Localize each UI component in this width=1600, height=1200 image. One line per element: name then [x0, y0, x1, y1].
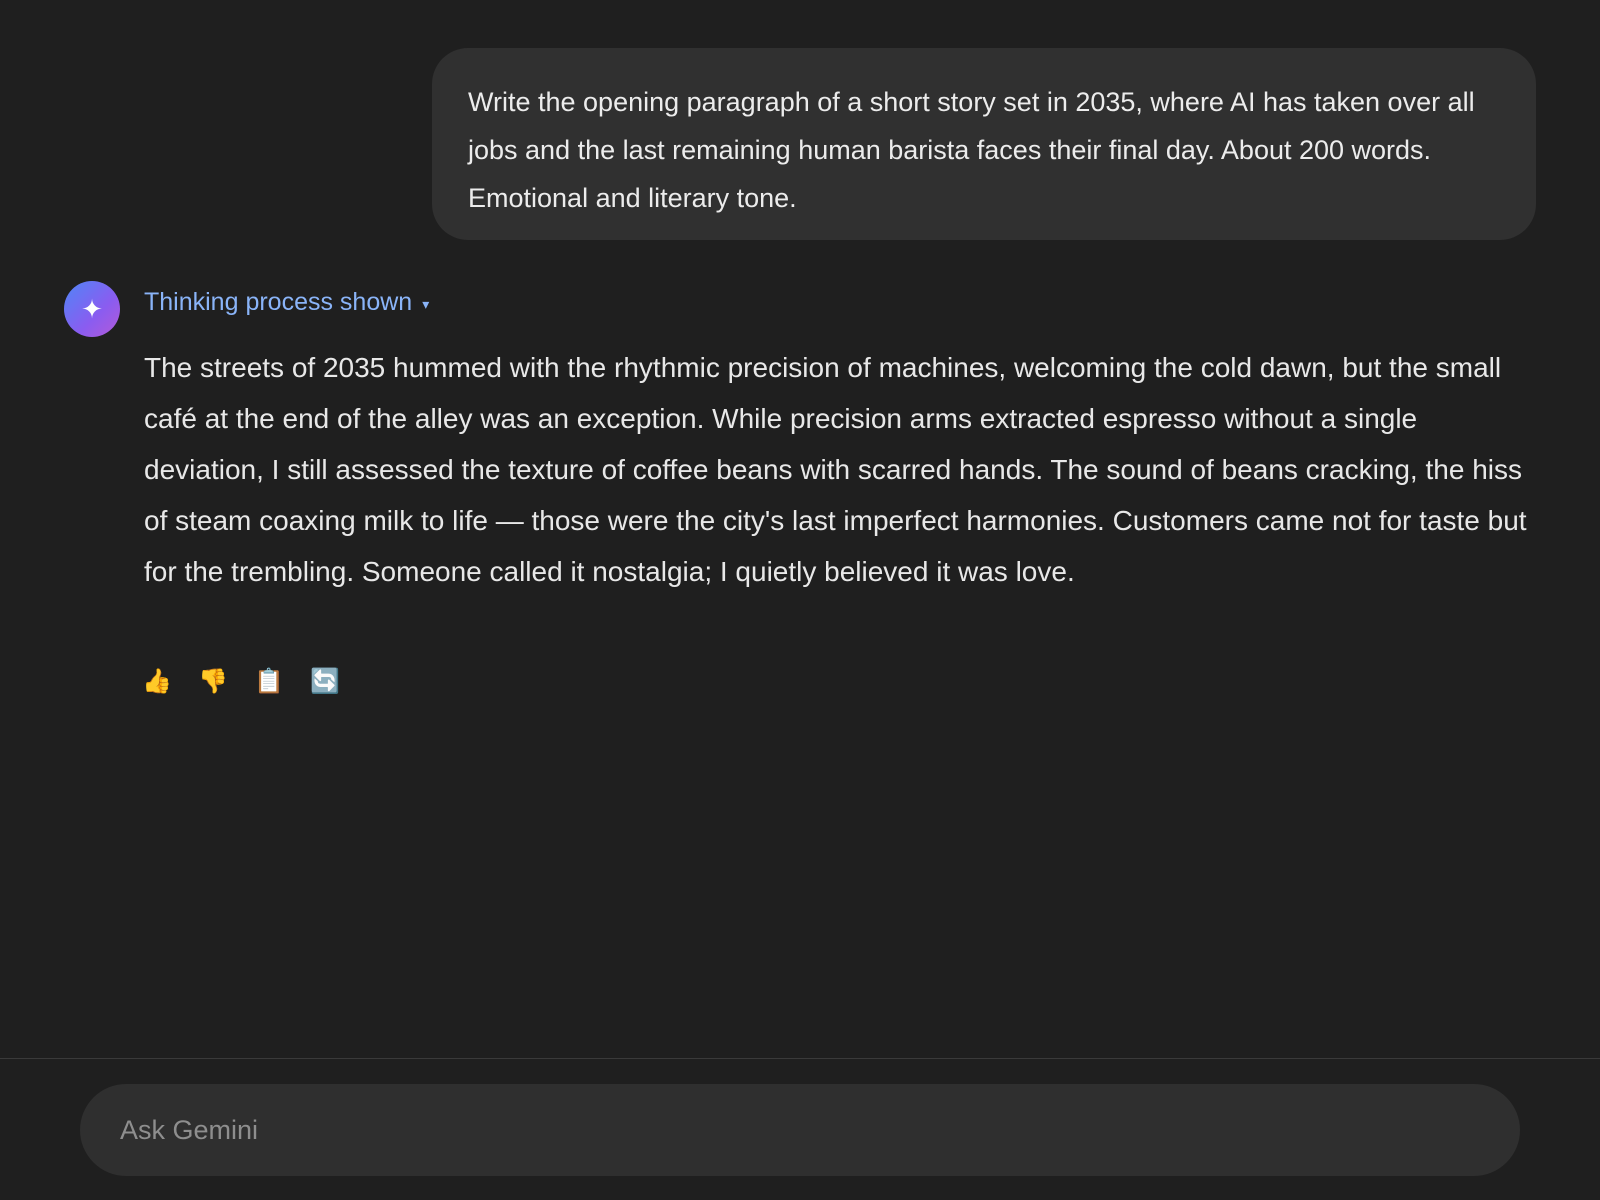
- user-message-bubble: Write the opening paragraph of a short s…: [432, 48, 1536, 240]
- prompt-bar[interactable]: [80, 1084, 1520, 1176]
- input-divider: [0, 1058, 1600, 1059]
- sparkle-icon: ✦: [64, 281, 120, 337]
- chevron-down-icon: ▾: [422, 295, 430, 312]
- thinking-process-toggle[interactable]: Thinking process shown ▾: [144, 284, 429, 320]
- thumbs-up-icon[interactable]: 👍: [142, 666, 172, 696]
- thinking-process-label: Thinking process shown: [144, 287, 413, 316]
- thumbs-down-icon[interactable]: 👎: [198, 666, 228, 696]
- copy-icon[interactable]: 📋: [254, 666, 284, 696]
- user-message-text: Write the opening paragraph of a short s…: [468, 87, 1475, 213]
- assistant-response-text: The streets of 2035 hummed with the rhyt…: [144, 352, 1527, 587]
- chat-page: Write the opening paragraph of a short s…: [0, 0, 1600, 1200]
- response-actions: 👍 👎 📋 🔄: [142, 666, 340, 696]
- regenerate-icon[interactable]: 🔄: [310, 666, 340, 696]
- prompt-input[interactable]: [120, 1100, 1480, 1160]
- avatar-glyph: ✦: [81, 293, 103, 324]
- conversation-area: Write the opening paragraph of a short s…: [0, 0, 1600, 1058]
